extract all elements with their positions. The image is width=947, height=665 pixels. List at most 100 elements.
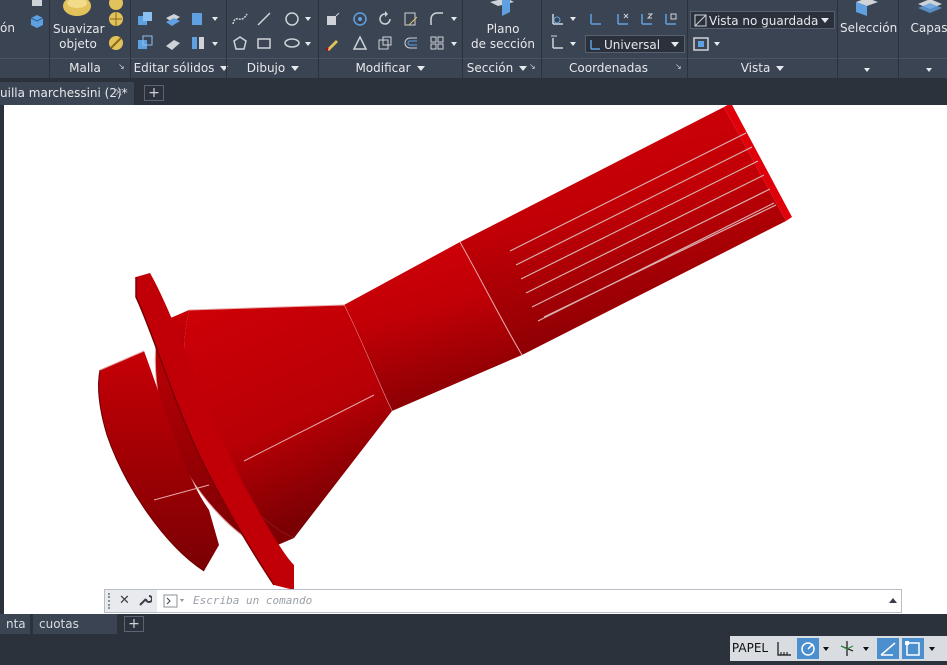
solid-extract-icon[interactable] bbox=[164, 10, 182, 28]
status-toggles: PAPEL bbox=[730, 636, 947, 661]
ucs-origin-icon[interactable] bbox=[587, 10, 605, 28]
array-icon[interactable] bbox=[428, 34, 446, 52]
pencil-icon[interactable] bbox=[324, 34, 342, 52]
smooth-object-icon[interactable] bbox=[62, 0, 92, 18]
solid-slice-icon[interactable] bbox=[164, 34, 182, 52]
panel-title-malla: Malla bbox=[69, 61, 101, 75]
suavizar-label-2[interactable]: objeto bbox=[53, 37, 103, 52]
grid-snap-icon[interactable] bbox=[773, 638, 795, 659]
ellipse-icon[interactable] bbox=[283, 34, 301, 52]
add-layout-button[interactable]: + bbox=[124, 616, 144, 632]
presspull-icon[interactable] bbox=[324, 10, 342, 28]
ucs-named-icon[interactable] bbox=[549, 34, 567, 52]
solid-union-icon[interactable] bbox=[136, 10, 154, 28]
selection-icon[interactable] bbox=[852, 0, 882, 16]
plano-label-1[interactable]: Plano bbox=[467, 22, 539, 37]
grip-icon[interactable] bbox=[108, 593, 114, 609]
section-plane-icon[interactable] bbox=[486, 0, 518, 18]
spline-icon[interactable] bbox=[231, 10, 249, 28]
ucs-3point-icon[interactable] bbox=[662, 10, 680, 28]
array-dropdown[interactable] bbox=[451, 42, 457, 46]
fillet-icon[interactable] bbox=[428, 10, 446, 28]
panel-separator bbox=[49, 0, 50, 78]
scale-icon[interactable] bbox=[402, 10, 420, 28]
ucs-dropdown[interactable] bbox=[570, 17, 576, 21]
command-line[interactable]: ✕ Escriba un comando bbox=[104, 589, 902, 613]
ucs-combo[interactable]: Universal bbox=[585, 35, 685, 53]
close-command-icon[interactable]: ✕ bbox=[119, 593, 130, 608]
ucs-icon[interactable] bbox=[549, 10, 567, 28]
close-tab-icon[interactable]: ✕ bbox=[114, 82, 123, 104]
new-tab-button[interactable]: + bbox=[144, 85, 164, 101]
document-tab-title: uilla marchessini (2)* bbox=[0, 86, 128, 100]
rectangle-icon[interactable] bbox=[255, 34, 273, 52]
customize-command-icon[interactable] bbox=[138, 593, 153, 607]
small-tool-icon[interactable] bbox=[28, 0, 46, 10]
mesh-refine-icon[interactable] bbox=[107, 10, 125, 28]
mirror-icon[interactable] bbox=[351, 34, 369, 52]
circle-icon[interactable] bbox=[283, 10, 301, 28]
orbit-icon[interactable] bbox=[351, 10, 369, 28]
coordenadas-launcher[interactable]: ↘ bbox=[675, 63, 683, 71]
paper-space-toggle[interactable]: PAPEL bbox=[730, 636, 770, 661]
named-view-combo[interactable]: Vista no guardada bbox=[690, 11, 835, 29]
fillet-dropdown[interactable] bbox=[451, 17, 457, 21]
solid-edit-icon[interactable] bbox=[189, 10, 207, 28]
rotate-icon[interactable] bbox=[376, 10, 394, 28]
malla-launcher[interactable]: ↘ bbox=[118, 63, 126, 71]
mesh-crease-icon[interactable] bbox=[107, 34, 125, 52]
solid-edit-dropdown[interactable] bbox=[212, 17, 218, 21]
panel-title-modificar: Modificar bbox=[320, 59, 460, 77]
panel-title-coordenadas: Coordenadas bbox=[569, 61, 648, 75]
capas-label[interactable]: Capas bbox=[905, 21, 947, 36]
solid-shell-icon[interactable] bbox=[189, 34, 207, 52]
seleccion-label[interactable]: Selección bbox=[840, 21, 897, 36]
box-icon[interactable] bbox=[28, 12, 46, 30]
ribbed-tube[interactable] bbox=[460, 107, 786, 355]
solid-shell-dropdown[interactable] bbox=[212, 42, 218, 46]
solid-subtract-icon[interactable] bbox=[136, 34, 154, 52]
viewport-config-icon[interactable] bbox=[692, 35, 710, 53]
plano-label-2[interactable]: de sección bbox=[467, 37, 539, 52]
partial-command-label[interactable]: ón bbox=[0, 21, 15, 36]
3d-model-nozzle[interactable] bbox=[4, 105, 947, 614]
offset-icon[interactable] bbox=[402, 34, 420, 52]
panel-title-vista: Vista bbox=[690, 59, 835, 77]
panel-separator bbox=[898, 0, 899, 78]
object-snap-button[interactable] bbox=[902, 638, 924, 659]
panel-separator bbox=[687, 0, 688, 78]
command-history-arrow-icon[interactable] bbox=[889, 598, 897, 603]
polar-tracking-button[interactable] bbox=[797, 638, 819, 659]
panel-separator bbox=[130, 0, 131, 78]
status-bar: PAPEL bbox=[0, 636, 947, 665]
layout-tab-1[interactable]: nta bbox=[0, 614, 30, 634]
command-prompt-icon[interactable] bbox=[163, 594, 187, 608]
capas-dropdown[interactable] bbox=[926, 68, 932, 72]
circle-dropdown[interactable] bbox=[305, 17, 311, 21]
object-snap-tracking-button[interactable] bbox=[877, 638, 899, 659]
isodraft-dropdown[interactable] bbox=[863, 647, 869, 651]
drawing-viewport[interactable] bbox=[4, 105, 947, 614]
panel-title-dibujo: Dibujo bbox=[228, 59, 318, 77]
suavizar-label-1[interactable]: Suavizar bbox=[53, 22, 105, 37]
command-input[interactable]: Escriba un comando bbox=[193, 594, 312, 607]
document-tab[interactable]: uilla marchessini (2)* ✕ bbox=[0, 82, 134, 105]
ucs-named-dropdown[interactable] bbox=[570, 42, 576, 46]
ucs-x-icon[interactable] bbox=[614, 10, 632, 28]
panel-title-seccion: Sección bbox=[462, 59, 532, 77]
viewport-config-dropdown[interactable] bbox=[714, 42, 720, 46]
polar-dropdown[interactable] bbox=[823, 647, 829, 651]
ucs-z-icon[interactable] bbox=[638, 10, 656, 28]
object-snap-dropdown[interactable] bbox=[929, 647, 935, 651]
layers-icon[interactable] bbox=[916, 0, 944, 16]
line-icon[interactable] bbox=[255, 10, 273, 28]
seccion-launcher[interactable]: ↘ bbox=[529, 63, 537, 71]
ellipse-dropdown[interactable] bbox=[305, 42, 311, 46]
isodraft-icon[interactable] bbox=[836, 638, 858, 659]
layout-tab-cuotas[interactable]: cuotas extras bbox=[33, 614, 117, 651]
align-icon[interactable] bbox=[376, 34, 394, 52]
polygon-icon[interactable] bbox=[231, 34, 249, 52]
seleccion-dropdown[interactable] bbox=[864, 68, 870, 72]
named-view-value: Vista no guardada bbox=[709, 14, 819, 28]
view-icon bbox=[694, 14, 707, 27]
